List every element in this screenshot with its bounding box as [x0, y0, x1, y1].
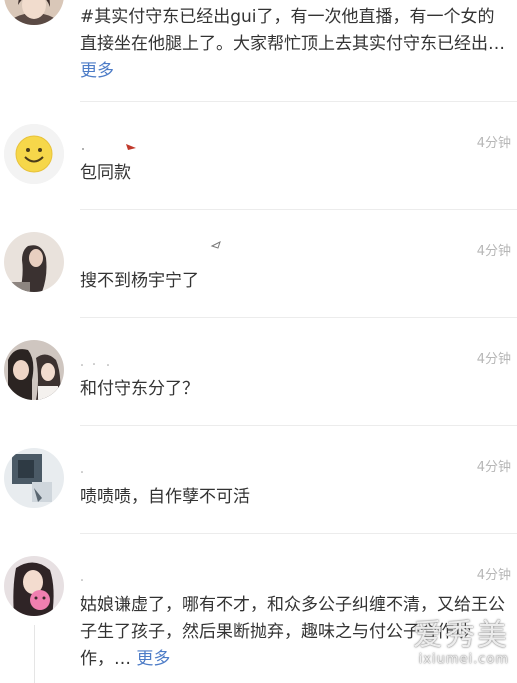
comment-text: 啧啧啧，自作孽不可活 — [80, 487, 250, 507]
watermark: 爱秀美 ixiumei.com — [413, 618, 509, 668]
avatar[interactable] — [4, 232, 64, 292]
comment-item: 4分钟 和付守东分了？ — [0, 318, 517, 426]
more-link[interactable]: 更多 — [80, 61, 114, 81]
username-blurred — [81, 579, 83, 581]
watermark-logo-text: 爱秀美 — [413, 618, 509, 653]
girl-pink-toy-icon — [4, 556, 64, 616]
comment-text: 和付守东分了？ — [80, 379, 199, 399]
woman-portrait-icon — [4, 0, 64, 25]
comment-item: 4分钟 包同款 — [0, 102, 517, 210]
username-blurred — [81, 363, 109, 366]
timestamp: 4分钟 — [476, 460, 511, 475]
dark-photo-icon — [4, 448, 64, 508]
avatar[interactable] — [4, 340, 64, 400]
thread-line — [34, 625, 35, 683]
avatar[interactable] — [4, 448, 64, 508]
comment-text: #其实付守东已经出gui了，有一次他直播，有一个女的直接坐在他腿上了。大家帮忙顶… — [80, 7, 505, 81]
smiley-face-icon — [4, 124, 64, 184]
avatar[interactable] — [4, 556, 64, 616]
comment-item: 4分钟 啧啧啧，自作孽不可活 — [0, 426, 517, 534]
two-girls-selfie-icon — [4, 340, 64, 400]
avatar[interactable] — [4, 0, 64, 25]
avatar[interactable] — [4, 124, 64, 184]
username-blurred — [81, 471, 83, 473]
comment-item: 4分钟 搜不到杨宇宁了 — [0, 210, 517, 318]
timestamp: 4分钟 — [476, 568, 511, 583]
woman-long-hair-icon — [4, 232, 64, 292]
username-blurred — [82, 144, 136, 150]
username-blurred — [210, 241, 221, 249]
comment-list: #其实付守东已经出gui了，有一次他直播，有一个女的直接坐在他腿上了。大家帮忙顶… — [0, 0, 517, 683]
comment-item: #其实付守东已经出gui了，有一次他直播，有一个女的直接坐在他腿上了。大家帮忙顶… — [0, 0, 517, 102]
timestamp: 4分钟 — [476, 352, 511, 367]
timestamp: 4分钟 — [476, 136, 511, 151]
more-link[interactable]: 更多 — [136, 649, 170, 669]
comment-text: 搜不到杨宇宁了 — [80, 271, 199, 291]
watermark-url: ixiumei.com — [418, 652, 509, 667]
timestamp: 4分钟 — [476, 244, 511, 259]
comment-text: 包同款 — [80, 163, 131, 183]
